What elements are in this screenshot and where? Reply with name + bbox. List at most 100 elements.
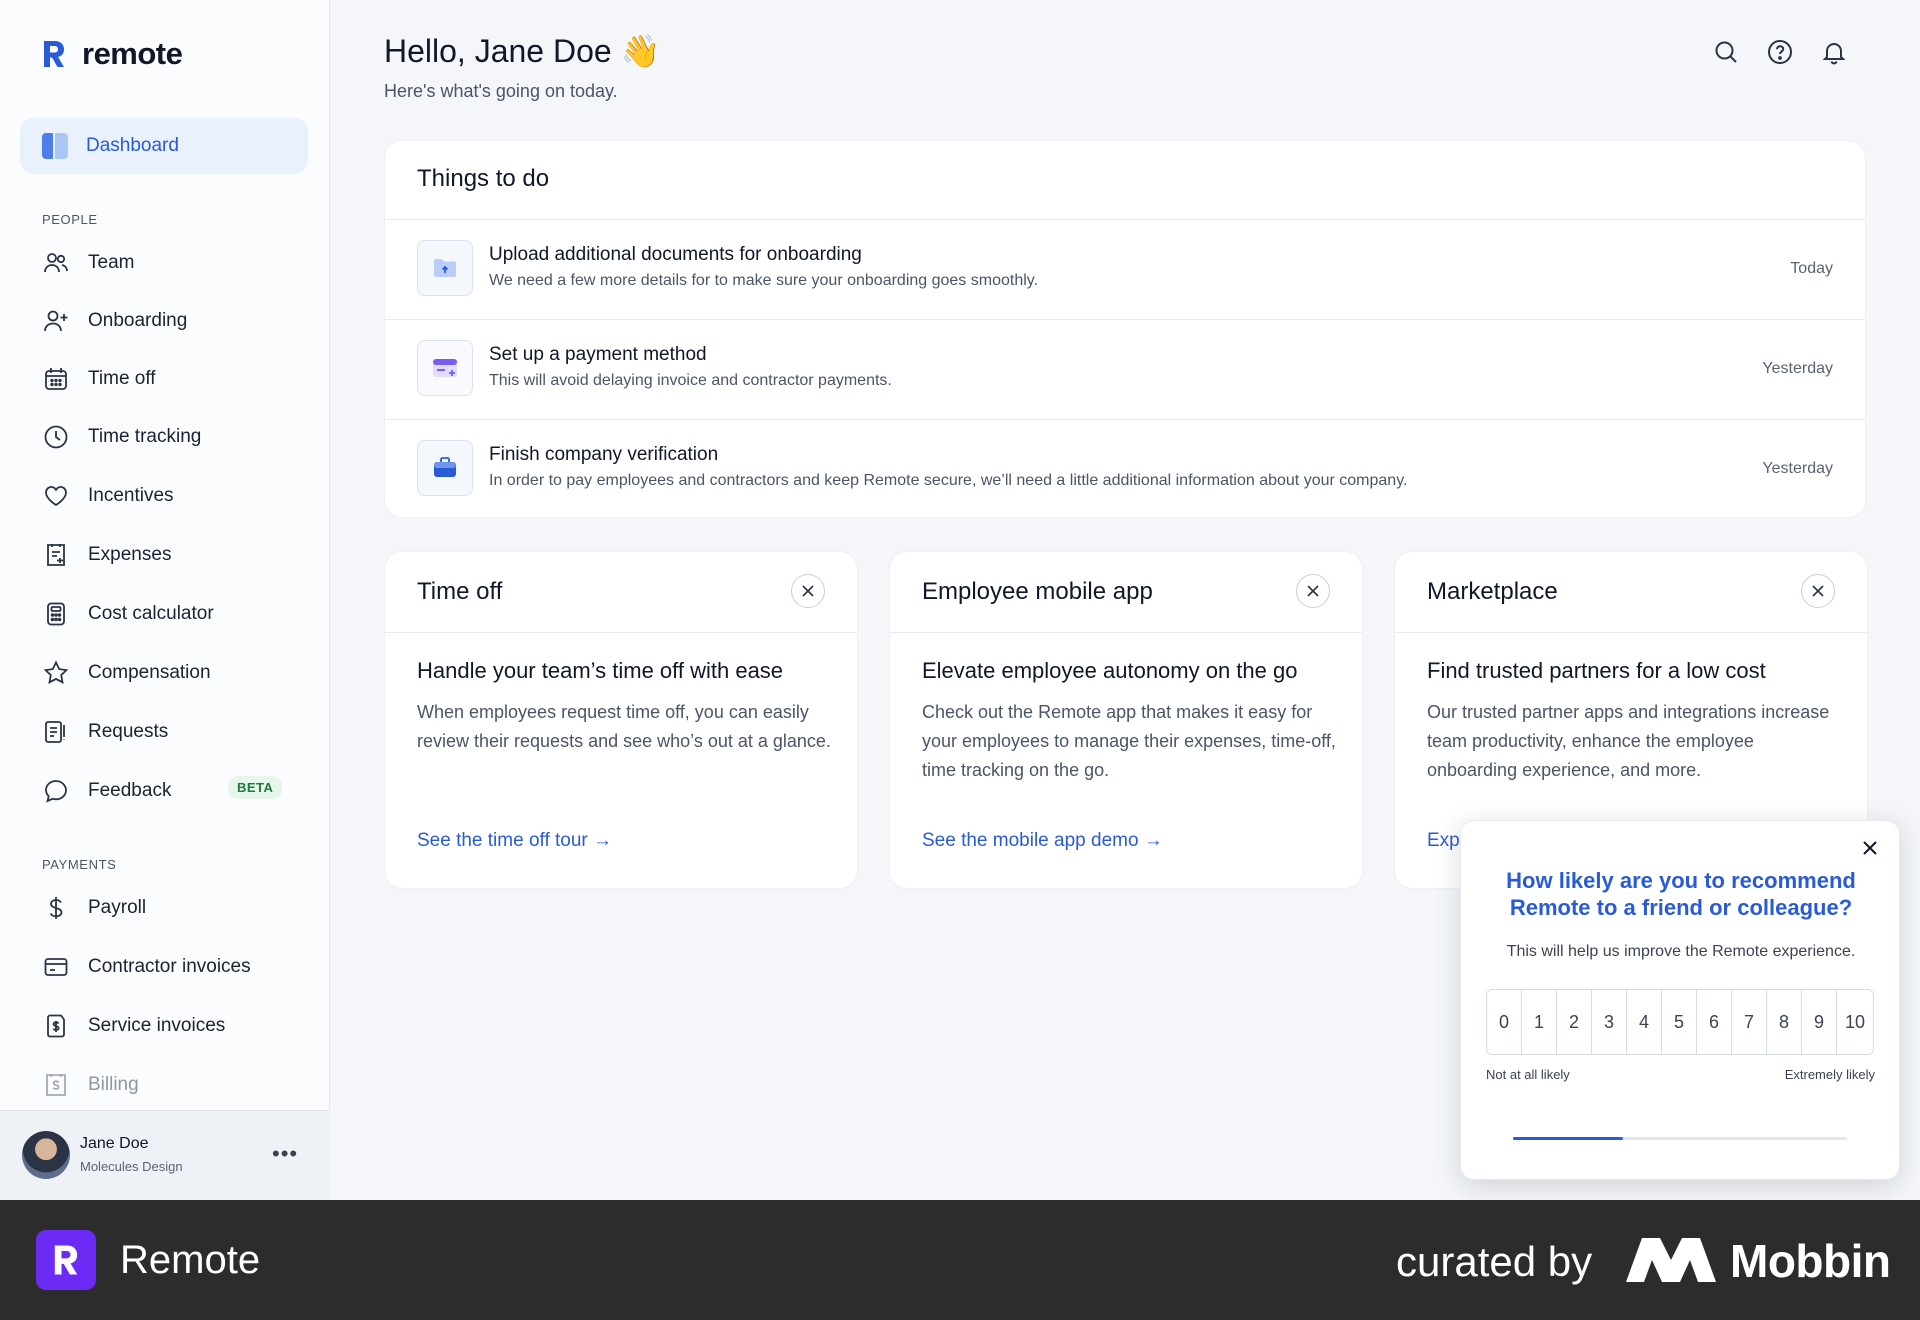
nps-option[interactable]: 6 [1697, 990, 1732, 1054]
survey-question: How likely are you to recommend Remote t… [1506, 868, 1856, 920]
nps-survey-popup: How likely are you to recommend Remote t… [1460, 820, 1900, 1180]
clock-icon [42, 423, 70, 451]
time-off-tour-link[interactable]: See the time off tour → [417, 830, 612, 852]
nps-option[interactable]: 3 [1592, 990, 1627, 1054]
app-name: remote [82, 36, 183, 71]
nps-option[interactable]: 9 [1802, 990, 1837, 1054]
sidebar-item-service-invoices[interactable]: Service invoices [42, 1011, 225, 1041]
todo-description: In order to pay employees and contractor… [489, 472, 1408, 489]
footer-brand-name: Remote [120, 1238, 261, 1282]
more-options-button[interactable]: ••• [272, 1141, 298, 1167]
nps-option[interactable]: 8 [1767, 990, 1802, 1054]
help-icon[interactable] [1766, 38, 1794, 66]
user-name: Jane Doe [80, 1135, 149, 1152]
sidebar-item-label: Time tracking [88, 426, 202, 447]
mobbin-logo-icon [1626, 1238, 1716, 1282]
card-title: Time off [417, 578, 503, 605]
nps-option[interactable]: 2 [1557, 990, 1592, 1054]
card-icon [42, 953, 70, 981]
sidebar-item-label: Payroll [88, 897, 147, 918]
calculator-icon [42, 600, 70, 628]
sidebar-item-expenses[interactable]: Expenses [42, 540, 171, 570]
invoice-icon [42, 1012, 70, 1040]
close-card-button[interactable] [1801, 574, 1835, 608]
section-label-payments: PAYMENTS [42, 857, 117, 872]
card-title: Marketplace [1427, 578, 1558, 605]
nps-option[interactable]: 0 [1487, 990, 1522, 1054]
user-profile[interactable]: Jane Doe Molecules Design ••• [0, 1110, 330, 1200]
sidebar-item-onboarding[interactable]: Onboarding [42, 306, 187, 336]
sidebar-item-label: Contractor invoices [88, 956, 251, 977]
sidebar-item-time-tracking[interactable]: Time tracking [42, 422, 201, 452]
scale-high-label: Extremely likely [1784, 1067, 1875, 1082]
search-icon[interactable] [1712, 38, 1740, 66]
close-card-button[interactable] [791, 574, 825, 608]
sidebar-item-payroll[interactable]: Payroll [42, 893, 146, 923]
header-actions [1712, 38, 1848, 66]
remote-brand-icon [36, 1230, 96, 1290]
nps-scale: 0 1 2 3 4 5 6 7 8 9 10 [1486, 989, 1874, 1055]
star-icon [42, 659, 70, 687]
nps-option[interactable]: 4 [1627, 990, 1662, 1054]
todo-description: This will avoid delaying invoice and con… [489, 372, 892, 389]
nps-option[interactable]: 7 [1732, 990, 1767, 1054]
survey-progress [1513, 1137, 1847, 1140]
close-icon [1307, 585, 1319, 597]
sidebar-item-contractor-invoices[interactable]: Contractor invoices [42, 952, 251, 982]
remote-logo[interactable]: remote [40, 36, 183, 72]
mobbin-name: Mobbin [1730, 1235, 1891, 1287]
close-icon [802, 585, 814, 597]
todo-item-upload-documents[interactable]: Upload additional documents for onboardi… [385, 220, 1865, 320]
mobile-app-demo-link[interactable]: See the mobile app demo → [922, 830, 1163, 852]
sidebar-item-label: Feedback [88, 780, 172, 801]
sidebar-item-label: Billing [88, 1074, 139, 1095]
todo-date: Today [1790, 260, 1833, 277]
todo-title: Finish company verification [489, 444, 719, 465]
page-title: Hello, Jane Doe 👋 [384, 33, 661, 69]
heart-icon [42, 482, 70, 510]
sidebar-item-feedback[interactable]: Feedback [42, 776, 171, 806]
sidebar-item-label: Incentives [88, 485, 174, 506]
sidebar-item-compensation[interactable]: Compensation [42, 658, 211, 688]
scale-low-label: Not at all likely [1486, 1067, 1570, 1082]
todo-item-company-verification[interactable]: Finish company verification In order to … [385, 420, 1865, 520]
card-body: Check out the Remote app that makes it e… [922, 702, 1336, 780]
user-org: Molecules Design [80, 1159, 183, 1174]
sidebar-item-label: Time off [88, 368, 156, 389]
page-subtitle: Here's what's going on today. [384, 81, 618, 101]
payment-card-icon [417, 340, 473, 396]
close-icon[interactable] [1859, 837, 1881, 859]
avatar [22, 1131, 70, 1179]
survey-help-text: This will help us improve the Remote exp… [1506, 943, 1856, 960]
chat-bubble-icon [42, 777, 70, 805]
todo-date: Yesterday [1762, 460, 1833, 477]
sidebar-item-label: Onboarding [88, 310, 188, 331]
nps-option[interactable]: 1 [1522, 990, 1557, 1054]
footer-banner: Remote curated by Mobbin [0, 1200, 1920, 1320]
marketplace-link[interactable]: Exp [1427, 830, 1460, 852]
sidebar-item-billing[interactable]: Billing [42, 1070, 139, 1100]
sidebar-item-time-off[interactable]: Time off [42, 364, 156, 394]
sidebar-item-label: Team [88, 252, 135, 273]
card-heading: Find trusted partners for a low cost [1427, 658, 1766, 683]
sidebar-item-label: Expenses [88, 544, 172, 565]
folder-upload-icon [417, 240, 473, 296]
sidebar-item-team[interactable]: Team [42, 248, 134, 278]
sidebar-item-requests[interactable]: Requests [42, 717, 168, 747]
sidebar-item-cost-calculator[interactable]: Cost calculator [42, 599, 214, 629]
close-card-button[interactable] [1296, 574, 1330, 608]
receipt-icon [42, 541, 70, 569]
dollar-icon [42, 894, 70, 922]
nps-option[interactable]: 5 [1662, 990, 1697, 1054]
remote-logo-icon [44, 41, 64, 67]
briefcase-icon [417, 440, 473, 496]
nps-option[interactable]: 10 [1837, 990, 1873, 1054]
sidebar-item-incentives[interactable]: Incentives [42, 481, 174, 511]
todo-description: We need a few more details for to make s… [489, 272, 1039, 289]
todo-item-payment-method[interactable]: Set up a payment method This will avoid … [385, 320, 1865, 420]
sidebar-item-dashboard[interactable]: Dashboard [20, 118, 308, 174]
user-plus-icon [42, 307, 70, 335]
sidebar-item-label: Requests [88, 721, 169, 742]
things-to-do-card: Things to do Upload additional documents… [384, 140, 1866, 518]
bell-icon[interactable] [1820, 38, 1848, 66]
